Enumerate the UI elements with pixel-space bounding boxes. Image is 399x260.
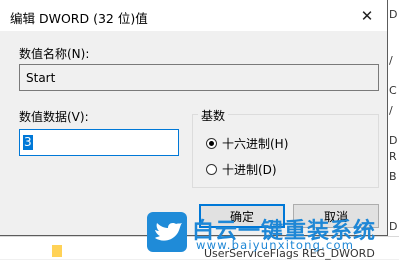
- background-text: D: [389, 8, 398, 21]
- background-window-edge: D / C / D R B D: [388, 0, 399, 258]
- dialog-title: 编辑 DWORD (32 位)值: [10, 11, 148, 26]
- value-data-input[interactable]: 3: [19, 129, 179, 156]
- background-text: C: [389, 84, 397, 97]
- value-name-label: 数值名称(N):: [19, 47, 90, 61]
- radio-hexadecimal-label: 十六进制(H): [222, 137, 289, 151]
- radio-checked-icon[interactable]: [206, 138, 217, 149]
- background-text: R: [389, 150, 397, 163]
- background-text: /: [389, 104, 393, 117]
- base-title: 基数: [198, 107, 229, 124]
- folder-icon: [52, 245, 62, 257]
- value-data-label: 数值数据(V):: [19, 110, 89, 124]
- radio-unchecked-icon[interactable]: [206, 164, 217, 175]
- background-text: /: [389, 54, 393, 67]
- close-button[interactable]: ✕: [347, 0, 387, 31]
- close-icon: ✕: [360, 6, 374, 25]
- value-name-field: Start: [19, 64, 379, 91]
- background-text: D: [389, 220, 398, 233]
- background-text: B: [389, 170, 397, 183]
- edit-dword-dialog: 编辑 DWORD (32 位)值 ✕ 数值名称(N): Start 数值数据(V…: [0, 0, 388, 236]
- bird-icon: [155, 223, 182, 241]
- radio-decimal-label: 十进制(D): [222, 163, 277, 177]
- radio-hexadecimal[interactable]: 十六进制(H): [206, 135, 288, 152]
- value-name-text: Start: [26, 71, 56, 85]
- title-bar[interactable]: 编辑 DWORD (32 位)值 ✕: [0, 0, 387, 31]
- background-text: D: [389, 134, 398, 147]
- watermark-logo: [147, 212, 187, 252]
- value-data-text: 3: [23, 135, 33, 150]
- watermark-url: www.baiyunxitong.com: [196, 238, 355, 252]
- radio-decimal[interactable]: 十进制(D): [206, 161, 277, 178]
